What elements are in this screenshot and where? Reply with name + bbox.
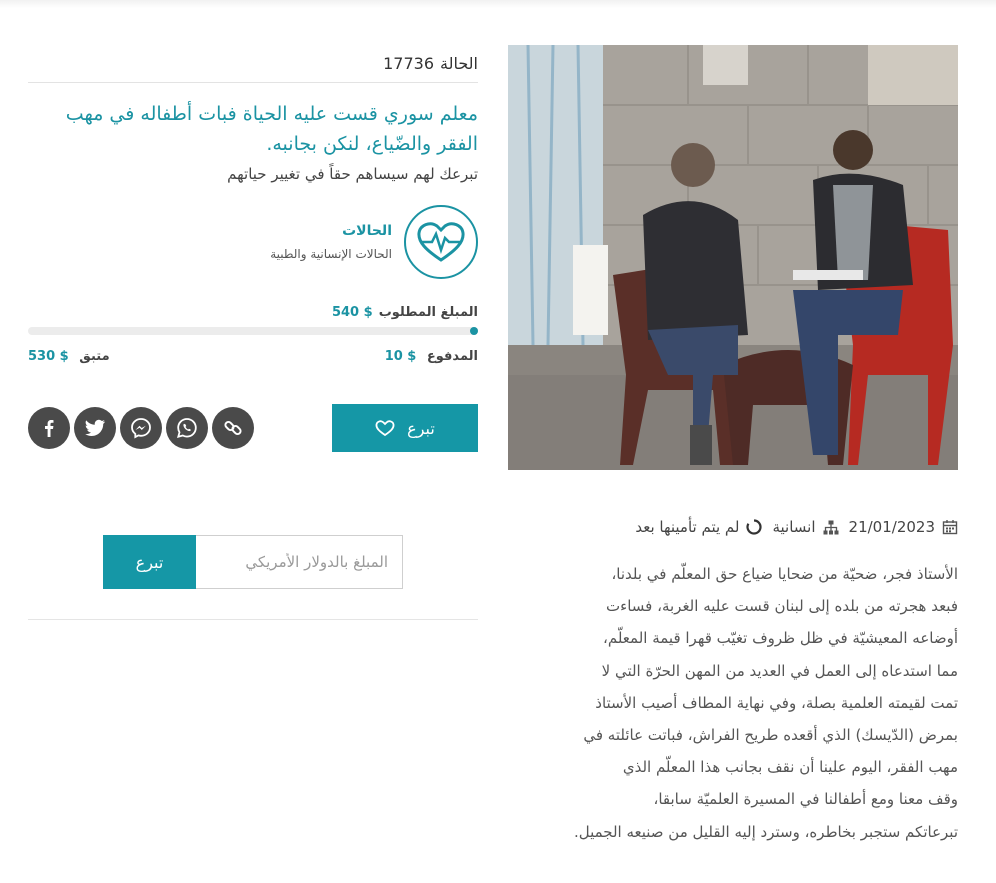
donate-button-label: تبرع — [407, 418, 435, 438]
donate-button[interactable]: تبرع — [332, 404, 478, 452]
case-number: 17736 — [383, 54, 435, 73]
amount-needed-value: 540 $ — [331, 305, 373, 320]
twitter-icon[interactable] — [74, 407, 116, 449]
case-number-row: الحالة 17736 — [28, 45, 478, 83]
amount-needed-row: المبلغ المطلوب 540 $ — [28, 305, 478, 320]
funding-amounts-row: المدفوع 10 $ متبق 530 $ — [28, 349, 478, 364]
case-type: انسانية — [772, 518, 816, 536]
type-item: انسانية — [772, 518, 839, 536]
case-photo — [508, 45, 958, 470]
donate-submit-button[interactable]: تبرع — [103, 535, 196, 589]
date-item: 21/01/2023 — [849, 518, 958, 536]
category-block[interactable]: الحالات الحالات الإنسانية والطبية — [28, 205, 478, 279]
case-label: الحالة — [440, 54, 478, 73]
story-line: فبعد هجرته من بلده إلى لبنان قست عليه ال… — [606, 597, 958, 616]
category-title: الحالات — [342, 223, 392, 239]
actions-row: تبرع — [28, 404, 478, 452]
story-line: مما استدعاه إلى العمل في العديد من المهن… — [601, 661, 958, 680]
case-subtitle: تبرعك لهم سيساهم حقاً في تغيير حياتهم — [227, 165, 478, 183]
calendar-icon — [942, 520, 958, 535]
heart-pulse-icon — [404, 205, 478, 279]
funding-progress-fill — [469, 327, 478, 335]
heart-icon — [375, 420, 395, 437]
funding-progress-bar — [28, 327, 478, 335]
sitemap-icon — [823, 520, 839, 534]
story-line: أوضاعه المعيشيّة في ظل ظروف تغيّب قهرا ق… — [603, 629, 958, 648]
category-description: الحالات الإنسانية والطبية — [270, 247, 392, 261]
story-line: تبرعاتكم ستجبر بخاطره، وسترد إليه القليل… — [573, 822, 958, 841]
paid-amount: المدفوع 10 $ — [385, 349, 478, 364]
messenger-icon[interactable] — [120, 407, 162, 449]
case-date: 21/01/2023 — [848, 518, 935, 536]
case-story: الأستاذ فجر، ضحيّة من ضحايا ضياع حق المع… — [508, 558, 958, 848]
case-panel: الحالة 17736 معلم سوري قست عليه الحياة ف… — [28, 45, 478, 452]
facebook-icon[interactable] — [28, 407, 70, 449]
story-line: وقف معنا ومع أطفالنا في المسيرة العلميّة… — [653, 790, 959, 809]
whatsapp-icon[interactable] — [166, 407, 208, 449]
spinner-icon — [746, 519, 763, 535]
status-item: لم يتم تأمينها بعد — [635, 518, 763, 536]
remaining-amount: متبق 530 $ — [28, 349, 110, 364]
story-line: بمرض (الدّيسك) الذي أقعده طريح الفراش، ف… — [583, 726, 958, 745]
story-line: الأستاذ فجر، ضحيّة من ضحايا ضياع حق المع… — [611, 565, 958, 583]
case-status: لم يتم تأمينها بعد — [635, 518, 740, 536]
case-meta-row: 21/01/2023 انسانية لم يتم تأمينها بعد — [508, 518, 958, 536]
remaining-label: متبق — [79, 349, 110, 364]
case-title: معلم سوري قست عليه الحياة فبات أطفاله في… — [65, 103, 478, 155]
donation-amount-form: تبرع — [103, 535, 403, 589]
amount-needed-label: المبلغ المطلوب — [378, 305, 478, 320]
form-divider — [28, 619, 478, 620]
top-shadow-bar — [0, 0, 996, 8]
story-line: مهب الفقر، اليوم علينا أن نقف بجانب هذا … — [622, 758, 958, 777]
story-line: تمت لقيمته العلمية بصلة، وفي نهاية المطا… — [595, 693, 958, 712]
paid-label: المدفوع — [426, 349, 478, 364]
link-icon[interactable] — [212, 407, 254, 449]
paid-value: 10 $ — [384, 349, 417, 364]
remaining-value: 530 $ — [28, 349, 69, 364]
donation-amount-input[interactable] — [196, 535, 403, 589]
share-buttons — [28, 407, 254, 449]
